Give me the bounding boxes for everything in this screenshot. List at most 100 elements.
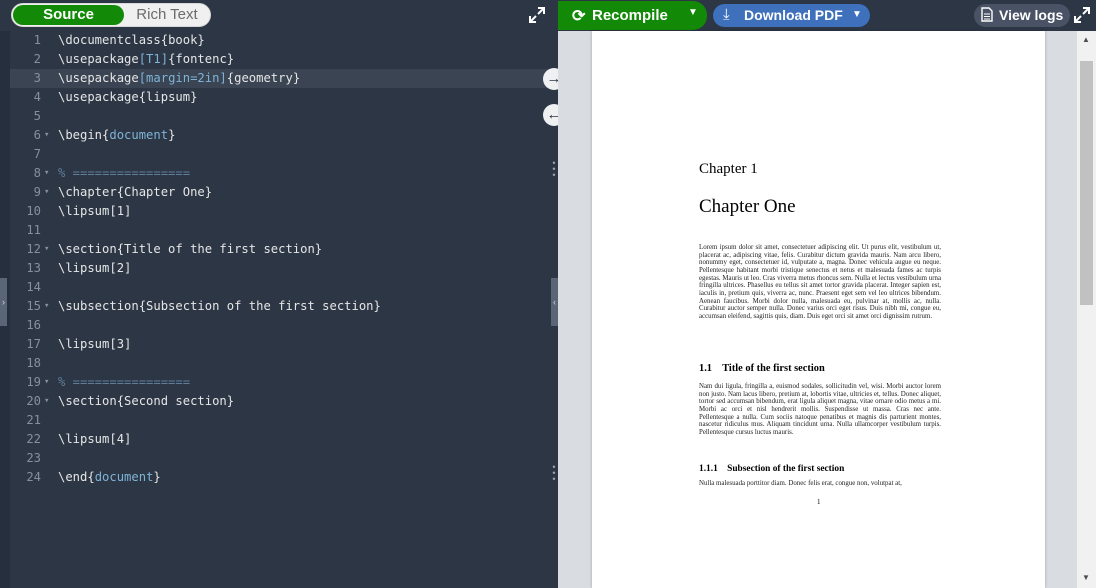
scroll-down-icon[interactable]: ▼ xyxy=(1082,573,1090,582)
download-icon: ⤓ xyxy=(723,6,730,23)
line-number: 11 xyxy=(26,223,41,237)
code-line[interactable]: 14 xyxy=(10,278,550,297)
code-line[interactable]: 13 \lipsum[2] xyxy=(10,259,550,278)
pdf-page: Chapter 1 Chapter One Lorem ipsum dolor … xyxy=(592,31,1045,588)
code-token: \section{Second section} xyxy=(58,394,235,408)
code-text: \end{document} xyxy=(58,468,161,487)
code-token: \documentclass xyxy=(58,33,161,47)
code-line[interactable]: 20 ▾ \section{Second section} xyxy=(10,392,550,411)
code-line[interactable]: 19 ▾ % ================ xyxy=(10,373,550,392)
code-line[interactable]: 6 ▾ \begin{document} xyxy=(10,126,550,145)
expand-icon[interactable] xyxy=(1073,6,1091,24)
document-icon xyxy=(981,7,993,25)
line-number: 4 xyxy=(33,90,41,104)
download-pdf-button[interactable]: ⤓ Download PDF ▼ xyxy=(713,4,870,27)
left-panel-toggle[interactable]: › xyxy=(0,278,7,326)
fold-toggle-icon[interactable]: ▾ xyxy=(44,297,49,316)
code-token: {fontenc} xyxy=(168,52,235,66)
code-line[interactable]: 9 ▾ \chapter{Chapter One} xyxy=(10,183,550,202)
rich-text-mode-button[interactable]: Rich Text xyxy=(124,5,210,25)
line-number: 3 xyxy=(33,71,41,85)
code-text: \section{Second section} xyxy=(58,392,234,411)
line-number: 24 xyxy=(26,470,41,484)
code-text: \usepackage[margin=2in]{geometry} xyxy=(58,69,300,88)
code-line[interactable]: 16 xyxy=(10,316,550,335)
code-line[interactable]: 23 xyxy=(10,449,550,468)
code-token: document xyxy=(94,470,154,484)
subsection-heading: 1.1.1 Subsection of the first section xyxy=(699,464,845,474)
line-number: 10 xyxy=(26,204,41,218)
body-paragraph: Nulla malesuada porttitor diam. Donec fe… xyxy=(699,480,902,487)
line-number: 22 xyxy=(26,432,41,446)
code-line[interactable]: 18 xyxy=(10,354,550,373)
code-token: \usepackage xyxy=(58,90,139,104)
code-line[interactable]: 12 ▾ \section{Title of the first section} xyxy=(10,240,550,259)
fold-toggle-icon[interactable]: ▾ xyxy=(44,373,49,392)
code-line[interactable]: 8 ▾ % ================ xyxy=(10,164,550,183)
scrollbar-thumb[interactable] xyxy=(1080,61,1093,305)
refresh-icon: ⟳ xyxy=(572,8,586,25)
chevron-down-icon[interactable]: ▼ xyxy=(688,7,698,18)
line-number: 18 xyxy=(26,356,41,370)
code-text: \section{Title of the first section} xyxy=(58,240,322,259)
code-token: % ================ xyxy=(58,375,191,389)
code-line[interactable]: 7 xyxy=(10,145,550,164)
recompile-button[interactable]: ⟳ Recompile ▼ xyxy=(558,1,707,30)
line-number: 15 xyxy=(26,299,41,313)
code-token: \lipsum[2] xyxy=(58,261,132,275)
recompile-label: Recompile xyxy=(592,7,668,24)
code-line[interactable]: 15 ▾ \subsection{Subsection of the first s… xyxy=(10,297,550,316)
code-token: \end xyxy=(58,470,88,484)
code-text: \usepackage{lipsum} xyxy=(58,88,197,107)
chevron-down-icon[interactable]: ▼ xyxy=(852,9,862,20)
scroll-up-icon[interactable]: ▲ xyxy=(1082,35,1090,44)
fold-toggle-icon[interactable]: ▾ xyxy=(44,183,49,202)
line-number: 17 xyxy=(26,337,41,351)
code-text: \usepackage[T1]{fontenc} xyxy=(58,50,234,69)
code-token: {lipsum} xyxy=(138,90,198,104)
code-line[interactable]: 24 \end{document} xyxy=(10,468,550,487)
expand-icon[interactable] xyxy=(528,6,546,24)
resize-handle-icon[interactable]: • • • xyxy=(551,463,557,484)
view-logs-button[interactable]: View logs xyxy=(974,4,1070,27)
pdf-toolbar: ⟳ Recompile ▼ ⤓ Download PDF ▼ View logs xyxy=(558,0,1096,31)
code-editor[interactable]: 1 \documentclass{book} 2 \usepackage[T1]{fo… xyxy=(10,31,550,588)
code-line[interactable]: 5 xyxy=(10,107,550,126)
fold-toggle-icon[interactable]: ▾ xyxy=(44,392,49,411)
code-text: \lipsum[3] xyxy=(58,335,131,354)
source-editor-pane: Source Rich Text 1 \documentclass{book} 2 \… xyxy=(0,0,558,588)
resize-handle-icon[interactable]: • • • xyxy=(551,159,557,180)
code-line[interactable]: 22 \lipsum[4] xyxy=(10,430,550,449)
code-text: \lipsum[1] xyxy=(58,202,131,221)
pdf-scrollbar[interactable]: ▲ ▼ xyxy=(1077,31,1096,588)
code-line[interactable]: 10 \lipsum[1] xyxy=(10,202,550,221)
line-number: 13 xyxy=(26,261,41,275)
fold-toggle-icon[interactable]: ▾ xyxy=(44,240,49,259)
code-line[interactable]: 11 xyxy=(10,221,550,240)
code-line[interactable]: 3 \usepackage[margin=2in]{geometry} xyxy=(10,69,550,88)
fold-toggle-icon[interactable]: ▾ xyxy=(44,126,49,145)
code-text: % ================ xyxy=(58,164,190,183)
fold-toggle-icon[interactable]: ▾ xyxy=(44,164,49,183)
source-mode-button[interactable]: Source xyxy=(13,5,124,25)
line-number: 9 xyxy=(33,185,41,199)
code-line[interactable]: 1 \documentclass{book} xyxy=(10,31,550,50)
line-number: 1 xyxy=(33,33,41,47)
line-number: 12 xyxy=(26,242,41,256)
code-text: \chapter{Chapter One} xyxy=(58,183,212,202)
code-token: \chapter{Chapter One} xyxy=(58,185,213,199)
code-line[interactable]: 21 xyxy=(10,411,550,430)
code-text: \begin{document} xyxy=(58,126,175,145)
collapse-pane-toggle[interactable]: ‹ xyxy=(551,278,558,326)
line-number: 16 xyxy=(26,318,41,332)
code-text: \lipsum[2] xyxy=(58,259,131,278)
code-line[interactable]: 17 \lipsum[3] xyxy=(10,335,550,354)
line-number: 7 xyxy=(33,147,41,161)
code-token: {book} xyxy=(160,33,205,47)
code-line[interactable]: 2 \usepackage[T1]{fontenc} xyxy=(10,50,550,69)
body-paragraph: Nam dui ligula, fringilla a, euismod sod… xyxy=(699,383,941,436)
line-number: 8 xyxy=(33,166,41,180)
body-paragraph: Lorem ipsum dolor sit amet, consectetuer… xyxy=(699,244,941,320)
code-line[interactable]: 4 \usepackage{lipsum} xyxy=(10,88,550,107)
code-token: \usepackage xyxy=(58,71,139,85)
